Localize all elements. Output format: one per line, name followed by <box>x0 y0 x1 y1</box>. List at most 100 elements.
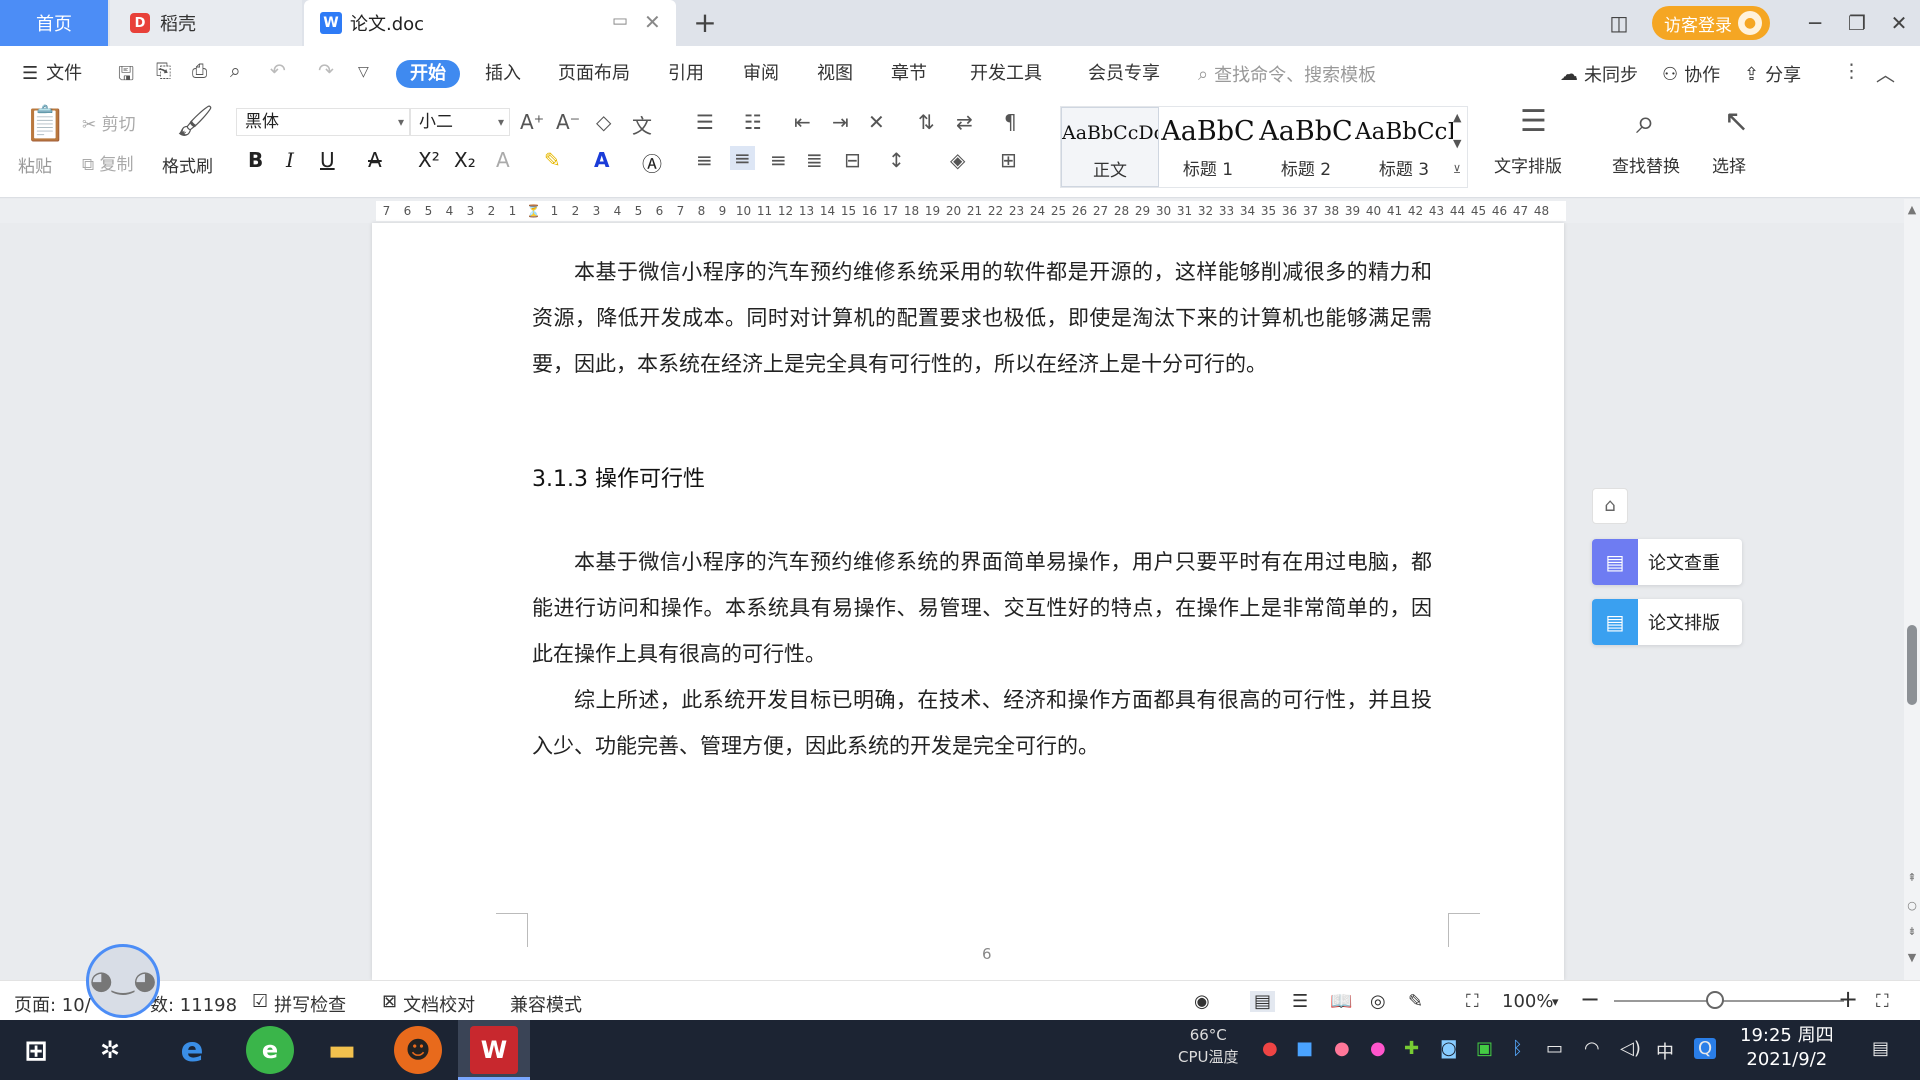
select-button[interactable]: 选择 <box>1712 152 1746 177</box>
write-mode-icon[interactable]: ✎ <box>1408 991 1423 1012</box>
shrink-font-icon[interactable]: A⁻ <box>556 110 580 134</box>
menu-view[interactable]: 视图 <box>817 60 853 88</box>
paragraph-operation[interactable]: 本基于微信小程序的汽车预约维修系统的界面简单易操作，用户只要平时有在用过电脑，都… <box>532 539 1432 677</box>
text-direction-icon[interactable]: ⇄ <box>956 110 973 134</box>
indent-marker-icon[interactable]: ⏳ <box>523 201 544 221</box>
menu-review[interactable]: 审阅 <box>743 60 779 88</box>
windows-start-icon[interactable]: ⊞ <box>12 1026 60 1074</box>
document-page[interactable]: 本基于微信小程序的汽车预约维修系统采用的软件都是开源的，这样能够削减很多的精力和… <box>372 223 1564 980</box>
char-border-icon[interactable]: Ⓐ <box>642 148 662 177</box>
customize-toolbar-icon[interactable]: ▽ <box>358 64 369 80</box>
web-view-icon[interactable]: ◎ <box>1370 991 1386 1012</box>
notification-center-icon[interactable]: ▤ <box>1872 1038 1889 1059</box>
browse-object-icon[interactable]: ○ <box>1904 899 1920 912</box>
battery-icon[interactable]: ▭ <box>1546 1038 1563 1059</box>
tab-home[interactable]: 首页 <box>0 0 108 46</box>
shading-icon[interactable]: ◈ <box>950 148 965 172</box>
minimize-icon[interactable]: ─ <box>1794 11 1836 35</box>
prev-page-icon[interactable]: ⇞ <box>1904 871 1920 884</box>
print-icon[interactable]: ⎙ <box>192 60 207 82</box>
layout-icon[interactable]: ◫ <box>1598 11 1640 35</box>
save-icon[interactable]: 🖫 <box>118 60 134 92</box>
browser-360-icon[interactable]: e <box>246 1026 294 1074</box>
page-view-icon[interactable]: ▤ <box>1250 991 1276 1012</box>
grow-font-icon[interactable]: A⁺ <box>520 110 544 134</box>
tab-document[interactable]: W 论文.doc ▭ ✕ <box>304 0 676 46</box>
assistant-avatar-icon[interactable]: ◕‿◕ <box>86 944 160 1018</box>
reading-view-icon[interactable]: 📖 <box>1330 991 1352 1012</box>
side-panel-collapse-icon[interactable]: ⌂ <box>1592 488 1628 524</box>
media-app-icon[interactable]: ☻ <box>394 1026 442 1074</box>
line-spacing-icon[interactable]: ↕ <box>888 148 905 172</box>
collapse-ribbon-icon[interactable]: ︿ <box>1876 60 1895 87</box>
proofread-button[interactable]: ⊠ 文档校对 <box>382 991 475 1017</box>
find-replace-icon[interactable]: ⌕ <box>1636 102 1655 142</box>
underline-icon[interactable]: U <box>320 148 335 172</box>
cpu-temperature[interactable]: 66°C CPU温度 <box>1178 1024 1239 1068</box>
fit-page-icon[interactable]: ⛶ <box>1466 991 1479 1012</box>
paste-icon[interactable]: 📋 <box>24 104 66 144</box>
tray-chat-icon[interactable]: ● <box>1370 1038 1386 1059</box>
zoom-slider-thumb[interactable] <box>1706 991 1724 1009</box>
zoom-in-icon[interactable]: + <box>1838 985 1858 1013</box>
spell-check-button[interactable]: ☑ 拼写检查 <box>252 991 346 1017</box>
menu-chapter[interactable]: 章节 <box>891 60 927 88</box>
screen-icon[interactable]: ▭ <box>612 11 628 31</box>
font-size-select[interactable]: 小二 <box>410 108 510 136</box>
zoom-slider-track[interactable] <box>1614 1000 1844 1002</box>
scroll-down-icon[interactable]: ▼ <box>1904 951 1920 964</box>
collab-button[interactable]: ⚇ 协作 <box>1662 60 1720 88</box>
undo-icon[interactable]: ↶ <box>270 60 286 82</box>
share-button[interactable]: ⇪ 分享 <box>1744 60 1801 88</box>
align-right-icon[interactable]: ≡ <box>770 148 787 172</box>
show-marks-icon[interactable]: ¶ <box>1004 110 1017 134</box>
style-heading-1[interactable]: AaBbC 标题 1 <box>1159 107 1257 187</box>
style-heading-2[interactable]: AaBbC 标题 2 <box>1257 107 1355 187</box>
menu-start[interactable]: 开始 <box>396 60 460 88</box>
sort-icon[interactable]: ⇅ <box>918 110 935 134</box>
command-search[interactable]: ⌕ 查找命令、搜索模板 <box>1198 60 1376 88</box>
tab-daoke[interactable]: D 稻壳 <box>110 0 302 46</box>
style-scroll-up-icon[interactable]: ▲ <box>1453 111 1461 124</box>
paper-check-button[interactable]: ▤ 论文查重 <box>1592 539 1742 585</box>
tray-security-icon[interactable]: ✚ <box>1404 1038 1419 1059</box>
pinwheel-app-icon[interactable]: ✲ <box>86 1026 134 1074</box>
tray-app-icon[interactable]: ● <box>1262 1038 1278 1059</box>
chinese-layout-icon[interactable]: ✕ <box>868 110 885 134</box>
wps-office-icon[interactable]: W <box>470 1026 518 1074</box>
strikethrough-icon[interactable]: A <box>368 148 382 172</box>
scroll-thumb[interactable] <box>1907 625 1917 705</box>
volume-icon[interactable]: ◁) <box>1620 1038 1641 1059</box>
copy-button[interactable]: ⧉ 复制 <box>82 150 134 175</box>
menu-member[interactable]: 会员专享 <box>1088 60 1160 88</box>
superscript-icon[interactable]: X² <box>418 148 440 172</box>
outline-view-icon[interactable]: ☰ <box>1292 991 1308 1012</box>
sync-button[interactable]: ☁ 未同步 <box>1560 60 1638 88</box>
restore-icon[interactable]: ❐ <box>1836 11 1878 35</box>
align-center-icon[interactable]: ≡ <box>730 146 755 170</box>
file-menu[interactable]: ☰ 文件 <box>22 60 82 88</box>
fullscreen-icon[interactable]: ⛶ <box>1876 991 1889 1012</box>
pinyin-icon[interactable]: 文 <box>632 110 652 139</box>
font-name-select[interactable]: 黑体 <box>236 108 410 136</box>
menu-references[interactable]: 引用 <box>668 60 704 88</box>
style-expand-icon[interactable]: ⊻ <box>1453 163 1461 176</box>
highlight-icon[interactable]: ✎ <box>544 148 561 172</box>
close-tab-icon[interactable]: ✕ <box>644 10 661 34</box>
tray-search-app-icon[interactable]: Q <box>1694 1038 1717 1059</box>
ime-indicator[interactable]: 中 <box>1656 1038 1674 1064</box>
paper-layout-button[interactable]: ▤ 论文排版 <box>1592 599 1742 645</box>
bluetooth-icon[interactable]: ᛒ <box>1512 1038 1523 1059</box>
word-count[interactable]: 数: 11198 <box>150 991 237 1017</box>
distribute-icon[interactable]: ⊟ <box>844 148 861 172</box>
ie-browser-icon[interactable]: e <box>168 1026 216 1074</box>
ruler-track[interactable]: 7 6 5 4 3 2 1 ⏳ 1 2 3 4 5 6 7 8 9 10 11 12 13 14 15 16 17 18 19 20 2… <box>376 201 1566 221</box>
style-normal[interactable]: AaBbCcDd 正文 <box>1061 107 1159 187</box>
find-replace-button[interactable]: 查找替换 <box>1612 152 1680 177</box>
menu-insert[interactable]: 插入 <box>485 60 521 88</box>
section-heading[interactable]: 3.1.3 操作可行性 <box>532 461 705 493</box>
format-painter-icon[interactable]: 🖌 <box>176 104 214 139</box>
align-left-icon[interactable]: ≡ <box>696 148 713 172</box>
decrease-indent-icon[interactable]: ⇤ <box>794 110 811 134</box>
text-layout-icon[interactable]: ☰ <box>1520 104 1547 139</box>
